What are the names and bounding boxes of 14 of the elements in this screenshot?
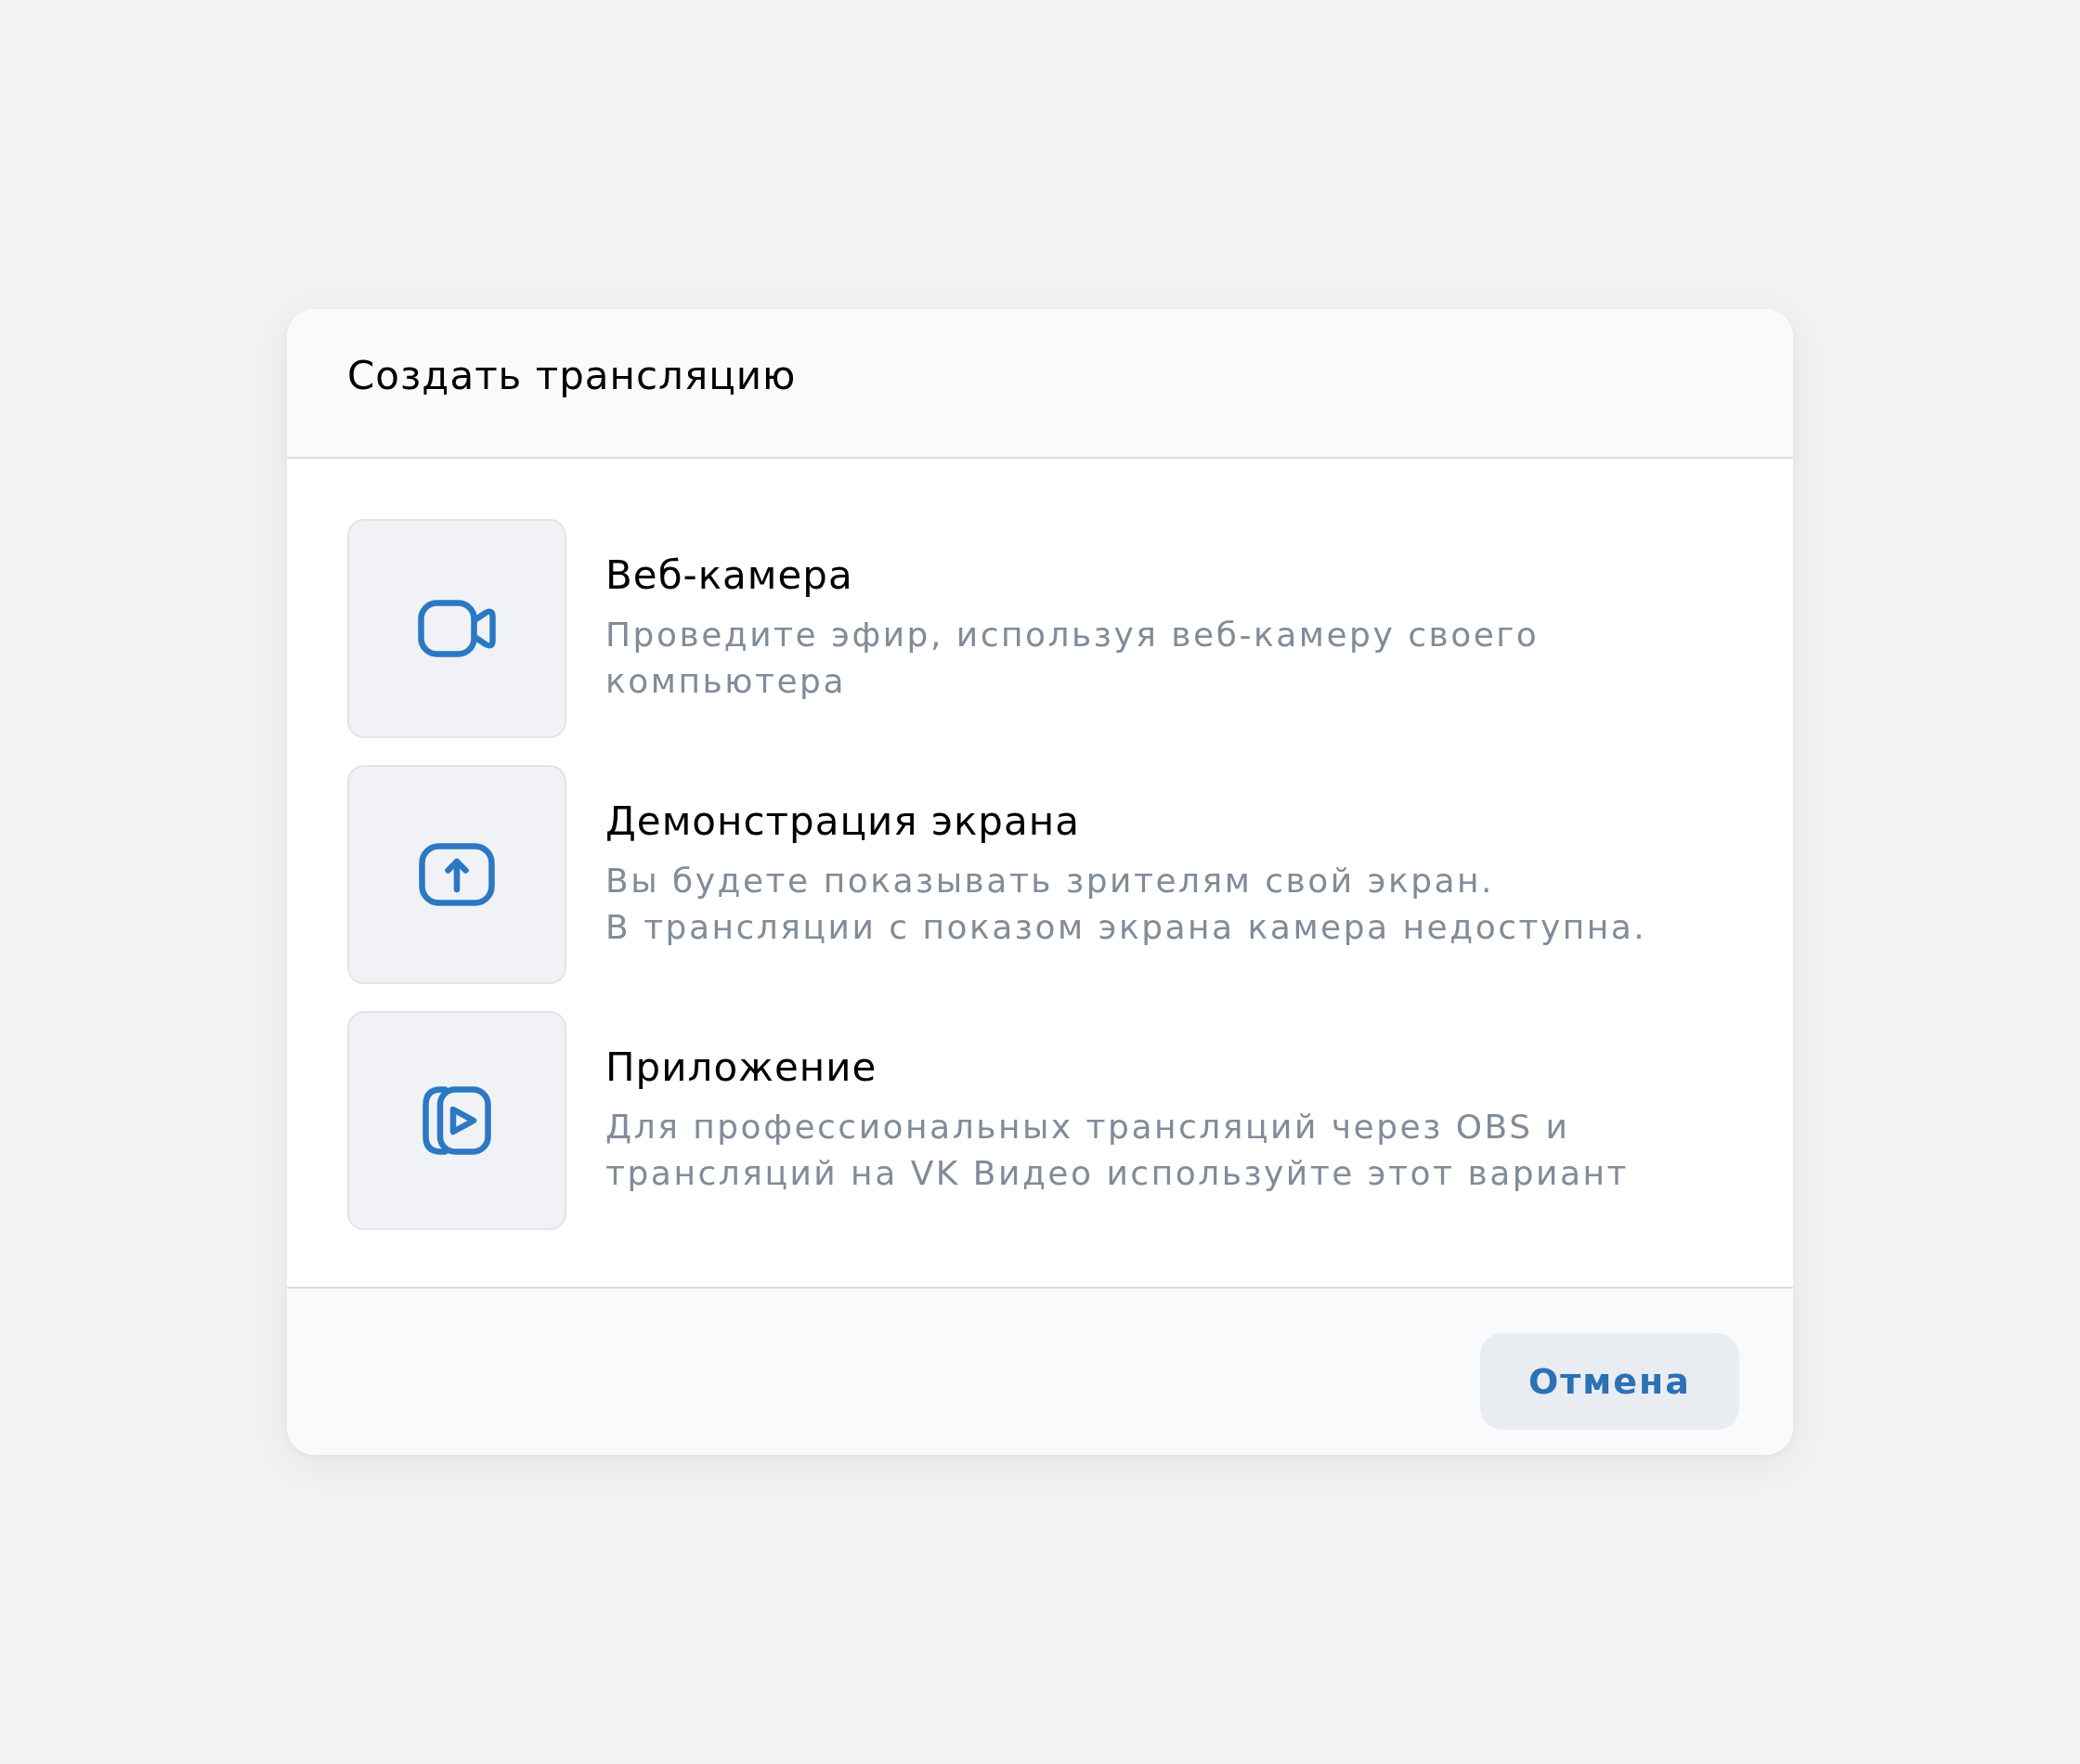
dialog-title: Создать трансляцию xyxy=(347,351,797,400)
up-arrow-square-icon xyxy=(419,843,495,906)
option-description: Вы будете показывать зрителям свой экран. В трансляции с показом экрана камера недоступна. xyxy=(605,861,1647,948)
option-description: Проведите эфир, используя веб-камеру своего компьютера xyxy=(605,615,1540,702)
option-tile[interactable] xyxy=(347,765,566,984)
stacked-play-icon xyxy=(422,1086,491,1155)
option-tile[interactable] xyxy=(347,1011,566,1230)
video-camera-icon xyxy=(418,600,496,657)
option-title: Приложение xyxy=(605,1044,878,1091)
option-tile[interactable] xyxy=(347,519,566,738)
cancel-button[interactable]: Отмена xyxy=(1479,1333,1739,1430)
option-title: Демонстрация экрана xyxy=(605,798,1080,845)
option-description: Для профессиональных трансляций через OBS и трансляций на VK Видео используйте этот вариант xyxy=(605,1107,1631,1194)
option-title: Веб-камера xyxy=(605,552,853,599)
